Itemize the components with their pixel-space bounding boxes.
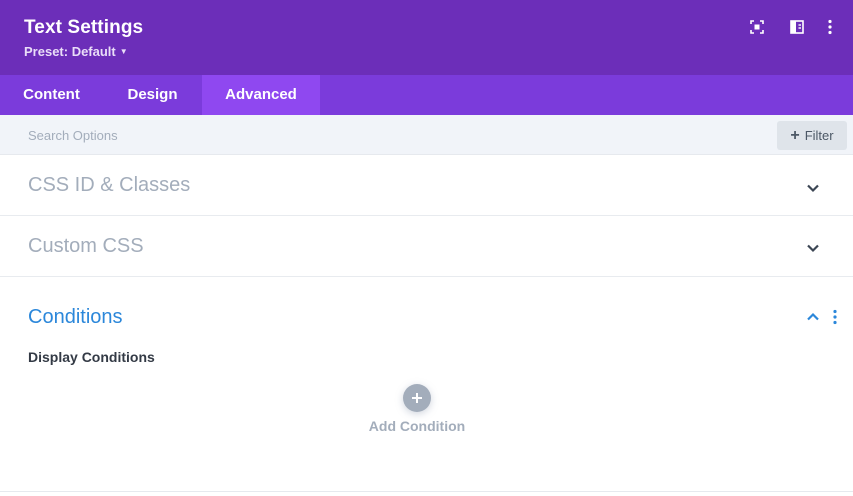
filter-button[interactable]: + Filter	[777, 121, 847, 150]
filter-label: Filter	[804, 128, 834, 143]
add-condition-button[interactable]	[403, 384, 431, 412]
tab-design[interactable]: Design	[103, 75, 202, 115]
chevron-down-icon[interactable]	[804, 179, 822, 197]
preset-dropdown[interactable]: Preset: Default ▼	[24, 44, 128, 59]
plus-icon	[412, 393, 422, 403]
divider	[0, 491, 853, 492]
search-input[interactable]	[16, 120, 756, 150]
tab-content[interactable]: Content	[0, 75, 103, 115]
preset-label: Preset: Default	[24, 44, 116, 59]
tab-advanced[interactable]: Advanced	[202, 75, 320, 115]
section-title-conditions[interactable]: Conditions	[28, 306, 123, 329]
section-title-css-id-classes[interactable]: CSS ID & Classes	[28, 174, 190, 197]
chevron-down-icon[interactable]	[804, 239, 822, 257]
more-vertical-icon[interactable]	[830, 308, 840, 326]
focus-frame-icon[interactable]	[747, 17, 767, 37]
section-title-custom-css[interactable]: Custom CSS	[28, 235, 144, 258]
search-bar: + Filter	[0, 115, 853, 155]
split-view-icon[interactable]	[787, 17, 807, 37]
display-conditions-label: Display Conditions	[28, 349, 155, 365]
section-custom-css: Custom CSS	[0, 216, 853, 277]
modal-title: Text Settings	[24, 17, 144, 38]
more-vertical-icon[interactable]	[820, 17, 840, 37]
add-condition-label[interactable]: Add Condition	[340, 418, 494, 434]
section-css-id-classes: CSS ID & Classes	[0, 155, 853, 216]
caret-down-icon: ▼	[119, 47, 128, 56]
settings-header: Text Settings Preset: Default ▼	[0, 0, 853, 75]
plus-icon: +	[790, 126, 800, 144]
tab-bar: Content Design Advanced	[0, 75, 853, 115]
chevron-up-icon[interactable]	[804, 308, 822, 326]
